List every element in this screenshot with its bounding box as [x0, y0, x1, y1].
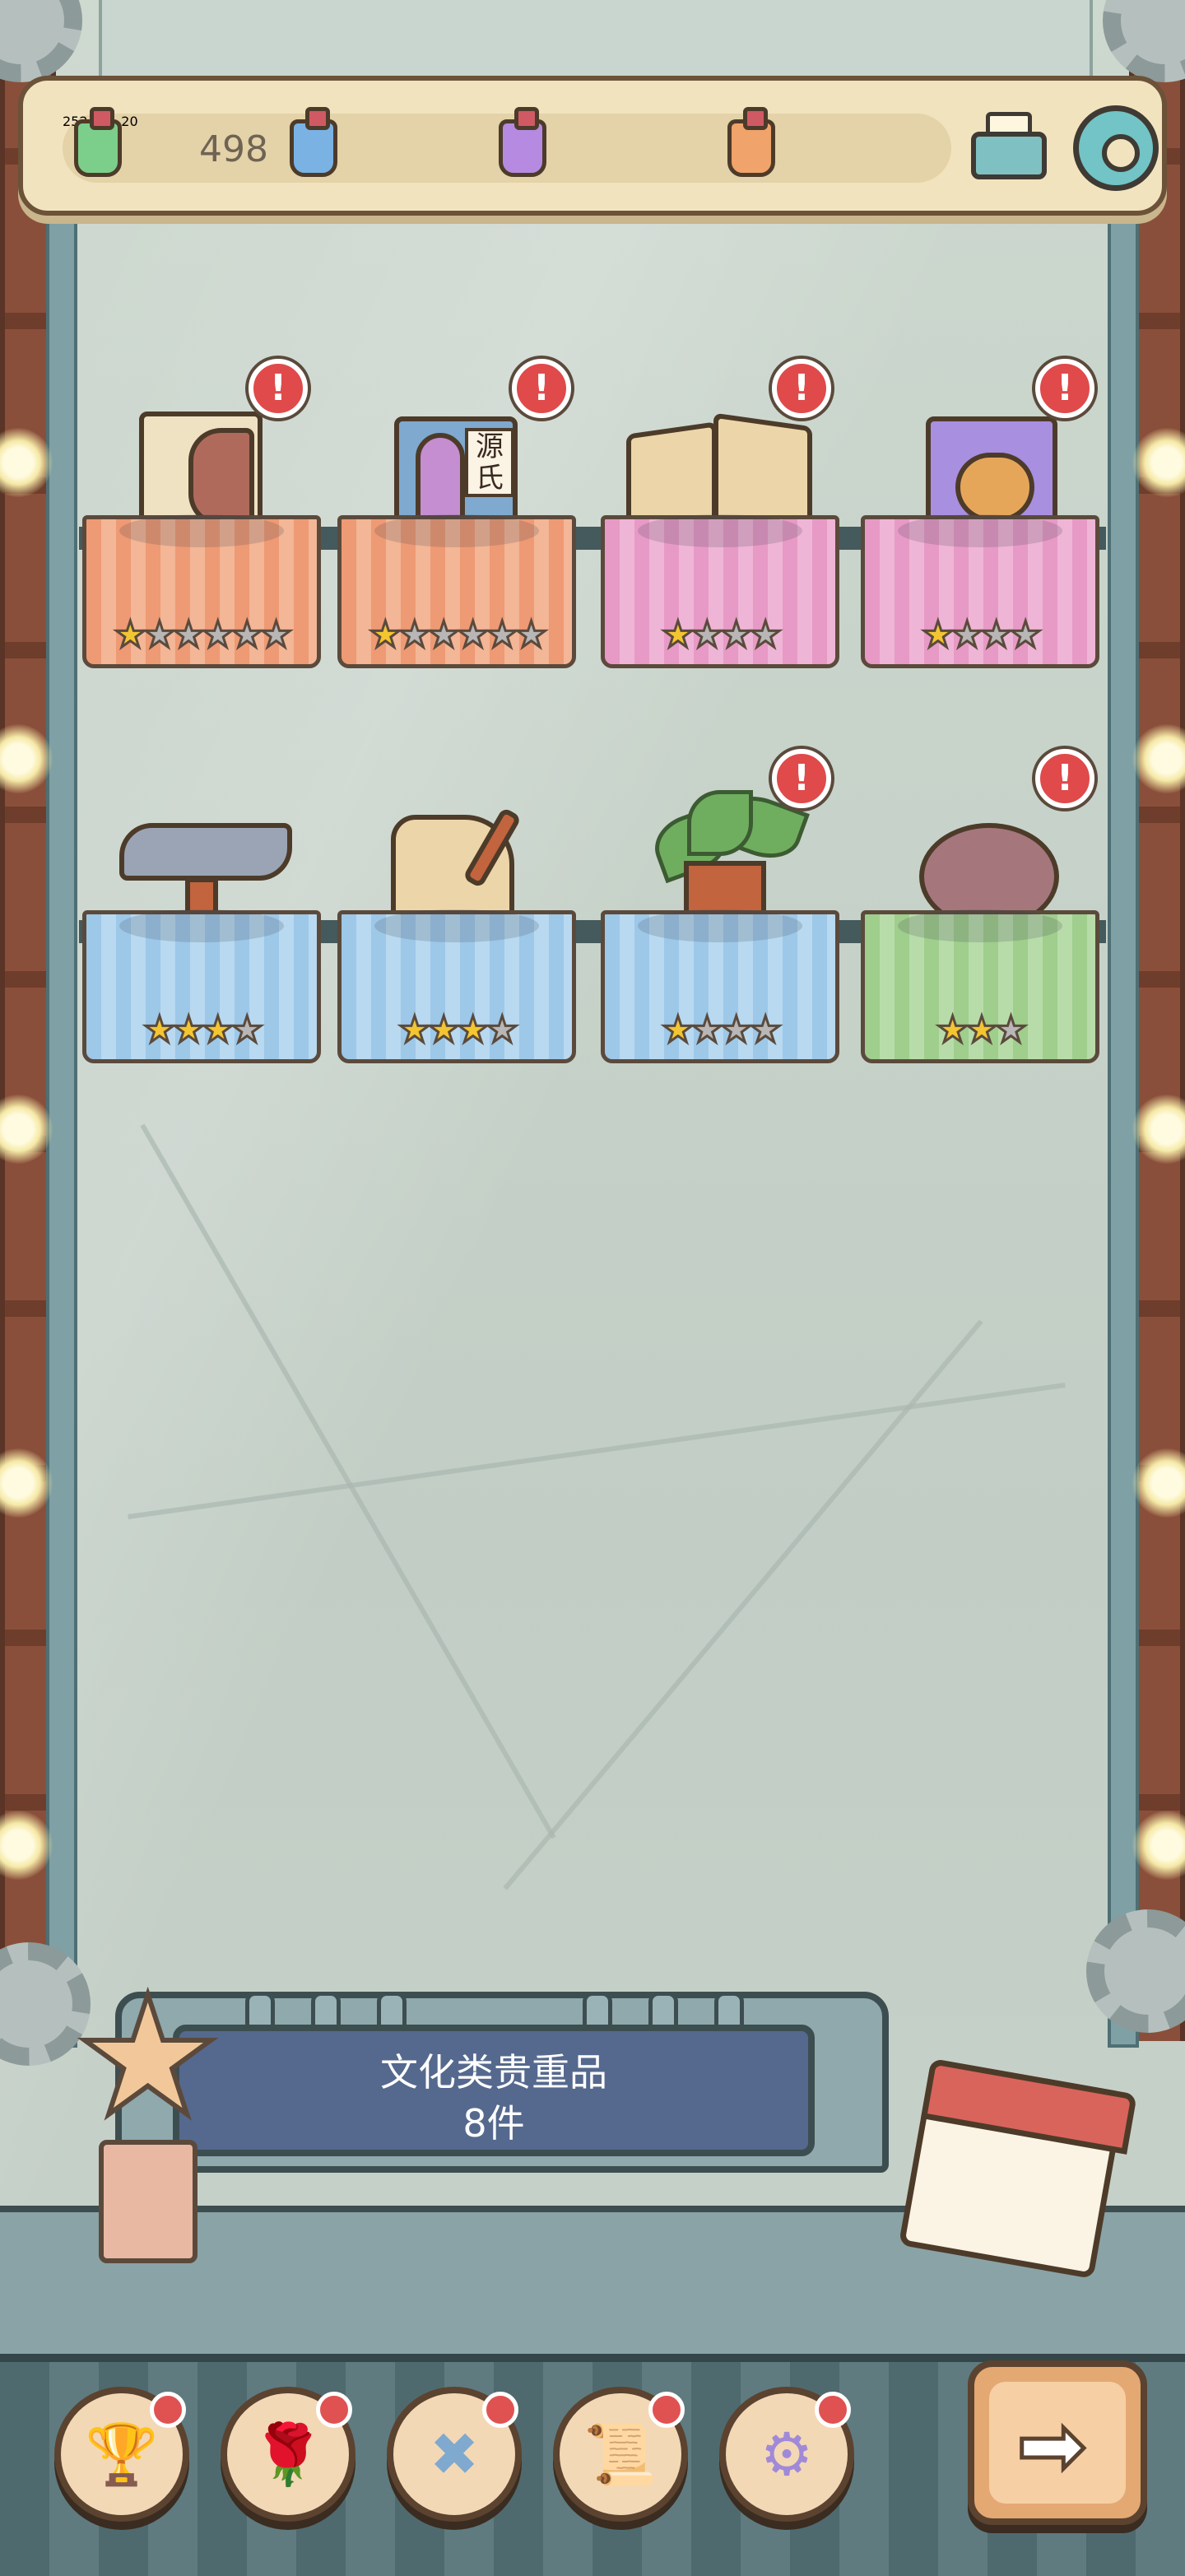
star-rating: ★★★★	[921, 614, 1043, 656]
alert-badge: !	[249, 359, 308, 418]
trophy-star: ★	[72, 1961, 224, 2153]
category-screen: 文化类贵重品 8件	[173, 2025, 815, 2156]
cover-text: 源氏	[465, 428, 514, 497]
star-rating: ★★★★	[661, 614, 783, 656]
star-rating: ★★★★	[142, 1009, 265, 1051]
resource-value: 20	[121, 114, 138, 129]
trophy-nav-button[interactable]: 🏆	[54, 2387, 189, 2522]
shelf-item-open-manuscript[interactable]: ★★★★ !	[601, 354, 839, 683]
star-rating: ★★★	[935, 1009, 1028, 1051]
resource-value: 498	[199, 128, 268, 170]
rose-nav-button[interactable]: 🌹	[221, 2387, 356, 2522]
mail-button[interactable]	[968, 107, 1053, 186]
shelf-item-anatomy-book[interactable]: ★★★★★★ !	[82, 354, 321, 683]
settings-button[interactable]	[1073, 105, 1159, 191]
shelf-item-purple-box[interactable]: ★★★★ !	[861, 354, 1099, 683]
calendar-icon[interactable]	[898, 2058, 1127, 2280]
star-rating: ★★★★★★	[368, 614, 549, 656]
shelf-item-potted-plant[interactable]: ★★★★ !	[601, 749, 839, 1078]
resource-strip: 498 252 191 20	[63, 107, 951, 183]
resource-orange	[727, 107, 775, 183]
alert-badge: !	[1035, 749, 1094, 808]
notification-dot	[815, 2392, 851, 2428]
alert-badge: !	[772, 749, 831, 808]
scroll-icon	[383, 774, 531, 930]
star-rating: ★★★★	[661, 1009, 783, 1051]
shell-icon	[906, 774, 1059, 930]
fossil-icon	[119, 774, 292, 930]
alert-badge: !	[1035, 359, 1094, 418]
notification-dot	[648, 2392, 685, 2428]
resource-blue	[290, 107, 337, 183]
resource-bar: 498 252 191 20	[18, 76, 1167, 216]
resource-purple	[499, 107, 546, 183]
alert-badge: !	[772, 359, 831, 418]
resource-green	[74, 107, 122, 183]
arrow-right-icon: ➡	[1015, 2397, 1089, 2494]
box-icon	[906, 379, 1057, 540]
star-rating: ★★★★	[397, 1009, 520, 1051]
category-count: 8件	[462, 2101, 525, 2146]
notification-dot	[482, 2392, 518, 2428]
notification-dot	[150, 2392, 186, 2428]
mail-icon	[971, 132, 1047, 179]
orange-bottle-icon	[727, 107, 775, 177]
shelf-item-shell-pouch[interactable]: ★★★ !	[861, 749, 1099, 1078]
plant-icon	[646, 774, 810, 935]
notification-dot	[316, 2392, 352, 2428]
cross-nav-button[interactable]: ✖	[387, 2387, 522, 2522]
star-trophy-icon[interactable]: ★	[66, 1961, 230, 2271]
purple-bottle-icon	[499, 107, 546, 177]
trophy-base	[99, 2140, 198, 2263]
alert-badge: !	[512, 359, 571, 418]
green-bottle-icon	[74, 107, 122, 177]
category-title: 文化类贵重品	[380, 2050, 607, 2095]
shelf-item-fish-fossil[interactable]: ★★★★	[82, 749, 321, 1078]
next-button[interactable]: ➡	[968, 2360, 1147, 2525]
gear-nav-button[interactable]: ⚙	[719, 2387, 854, 2522]
shelf-item-ancient-scroll[interactable]: ★★★★	[337, 749, 576, 1078]
blue-bottle-icon	[290, 107, 337, 177]
book-icon: 源氏	[383, 379, 531, 540]
star-rating: ★★★★★★	[113, 614, 294, 656]
shelf-item-genji-book[interactable]: 源氏 ★★★★★★ !	[337, 354, 576, 683]
next-button-face: ➡	[989, 2382, 1126, 2504]
manuscript-icon	[626, 379, 812, 542]
scroll-nav-button[interactable]: 📜	[553, 2387, 688, 2522]
